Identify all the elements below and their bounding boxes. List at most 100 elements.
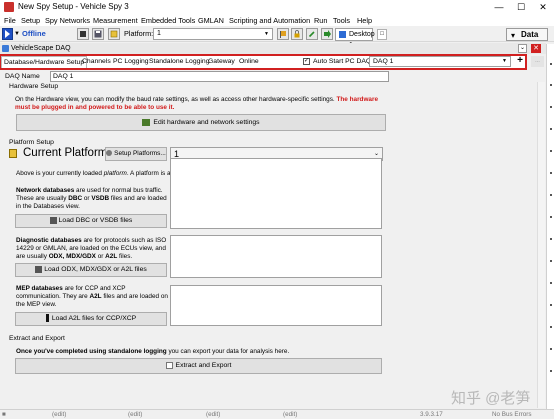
tab-database-hardware[interactable]: Database/Hardware Setup [1,56,88,68]
chevron-down-icon: ▼ [264,31,269,37]
menu-gmlan[interactable]: GMLAN [198,16,224,25]
tab-channels[interactable]: Channels [80,56,113,68]
title-bar: New Spy Setup - Vehicle Spy 3 — ☐ ✕ [0,0,554,14]
setup-platforms-button[interactable]: Setup Platforms... [105,147,167,161]
export-icon [165,361,173,369]
status-edit-1[interactable]: (edit) [52,411,66,418]
load-a2l-button[interactable]: Load A2L files for CCP/XCP [15,312,167,326]
network-db-text-3: or [83,195,90,202]
maximize-icon[interactable]: ☐ [512,0,530,14]
status-edit-2[interactable]: (edit) [128,411,142,418]
tab-standalone-logging[interactable]: Standalone Logging [147,56,211,68]
vehiclescape-icon [2,45,9,52]
strip-dot [550,84,552,86]
lock-icon[interactable] [291,28,303,40]
platform-label: Platform: [124,29,154,38]
strip-dot [550,326,552,328]
menu-help[interactable]: Help [357,16,372,25]
diag-db-desc: Diagnostic databases are for protocols s… [16,237,171,261]
menu-embedded-tools[interactable]: Embedded Tools [141,16,195,25]
close-icon[interactable]: ✕ [534,0,552,14]
extract-export-text: you can export your data for analysis he… [168,348,290,355]
strip-dot [550,63,552,65]
menu-run[interactable]: Run [314,16,327,25]
status-edit-3[interactable]: (edit) [206,411,220,418]
data-dropdown-icon: ▾ [511,31,516,40]
tab-desktop-1[interactable]: Desktop 1 [335,28,375,49]
dropdown-arrow-icon[interactable]: ▼ [14,31,20,37]
save-icon[interactable] [92,28,104,40]
current-platform-heading: Current Platform [23,147,108,159]
menu-file[interactable]: File [4,16,16,25]
platform-desc-em: platform [103,170,127,177]
minimize-icon[interactable]: — [490,0,508,14]
desktop-icon [339,31,346,38]
network-db-vsdb: VSDB [91,195,110,202]
bus-errors-status: No Bus Errors [492,411,532,418]
arrow-right-icon[interactable] [321,28,333,40]
menu-scripting[interactable]: Scripting and Automation [229,16,310,25]
new-desktop-icon[interactable]: □ [377,29,387,40]
network-db-list[interactable] [170,158,382,229]
status-bar: ■ (edit) (edit) (edit) (edit) 3.9.3.17 N… [0,409,554,419]
menu-setup[interactable]: Setup [21,16,40,25]
diag-db-text-1: are for protocols such as ISO [83,237,167,244]
extract-export-button[interactable]: Extract and Export [15,358,382,374]
tab-pc-logging[interactable]: PC Logging [111,56,151,68]
menu-tools[interactable]: Tools [333,16,350,25]
panel-scrollbar[interactable] [537,82,545,408]
add-daq-icon[interactable]: + [515,56,525,67]
database-icon [49,216,57,224]
menu-measurement[interactable]: Measurement [93,16,138,25]
strip-dot [550,128,552,130]
play-icon[interactable] [2,28,13,40]
platform-icon[interactable] [108,28,120,40]
edit-hardware-button[interactable]: Edit hardware and network settings [16,114,386,131]
status-edit-4[interactable]: (edit) [283,411,297,418]
hardware-setup-title: Hardware Setup [9,83,59,90]
tab-online[interactable]: Online [237,56,261,68]
autostart-checkbox[interactable]: ✓ [303,58,310,65]
network-db-text-5: the Databases view. [22,203,80,210]
diag-db-list[interactable] [170,235,382,278]
edit-hardware-button-label: Edit hardware and network settings [153,119,260,126]
collapse-icon[interactable]: ⌄ [518,44,527,53]
offline-status[interactable]: Offline [22,29,46,38]
network-db-bold: Network databases [16,187,75,194]
strip-dot [550,282,552,284]
wrench-icon[interactable] [306,28,318,40]
current-platform-icon [9,149,17,158]
mep-db-a2l: A2L [89,293,102,300]
settings-icon [106,150,113,157]
mep-db-list[interactable] [170,285,382,326]
load-a2l-label: Load A2L files for CCP/XCP [51,315,137,322]
daq-name-label: DAQ Name [5,73,40,80]
strip-dot [550,194,552,196]
more-icon[interactable]: … [531,56,544,67]
platform-select[interactable]: 1 ▼ [153,28,273,40]
menu-bar: File Setup Spy Networks Measurement Embe… [0,14,554,26]
load-dbc-label: Load DBC or VSDB files [58,217,133,224]
load-odx-button[interactable]: Load ODX, MDX/GDX or A2L files [15,263,167,277]
diag-db-text-2: 14229 or GMLAN, are loaded on the ECUs v… [16,245,166,252]
app-icon [4,2,14,12]
data-button[interactable]: ▾ Data [506,28,548,41]
subwindow-close-icon[interactable]: ✕ [531,44,541,53]
daq-select[interactable]: DAQ 1 ▼ [369,56,511,67]
toolbar: ▼ Offline Platform: 1 ▼ [0,26,554,42]
hardware-icon [142,118,151,126]
load-dbc-button[interactable]: Load DBC or VSDB files [15,214,167,228]
mep-db-text-2: They are [62,293,88,300]
hardware-setup-desc: On the Hardware view, you can modify the… [15,96,387,112]
flag-icon[interactable] [277,28,289,40]
daq-name-input[interactable]: DAQ 1 [50,71,389,82]
menu-spy-networks[interactable]: Spy Networks [45,16,90,25]
tab-gateway[interactable]: Gateway [206,56,237,68]
daq-select-value: DAQ 1 [373,58,394,65]
diag-db-odx: ODX, MDX/GDX [48,253,96,260]
window-title: New Spy Setup - Vehicle Spy 3 [18,2,129,11]
stop-icon[interactable] [77,28,89,40]
extract-export-bold: Once you've completed using standalone l… [16,348,167,355]
diag-db-a2l: A2L [105,253,118,260]
autostart-label: Auto Start PC DAQ [313,58,372,65]
